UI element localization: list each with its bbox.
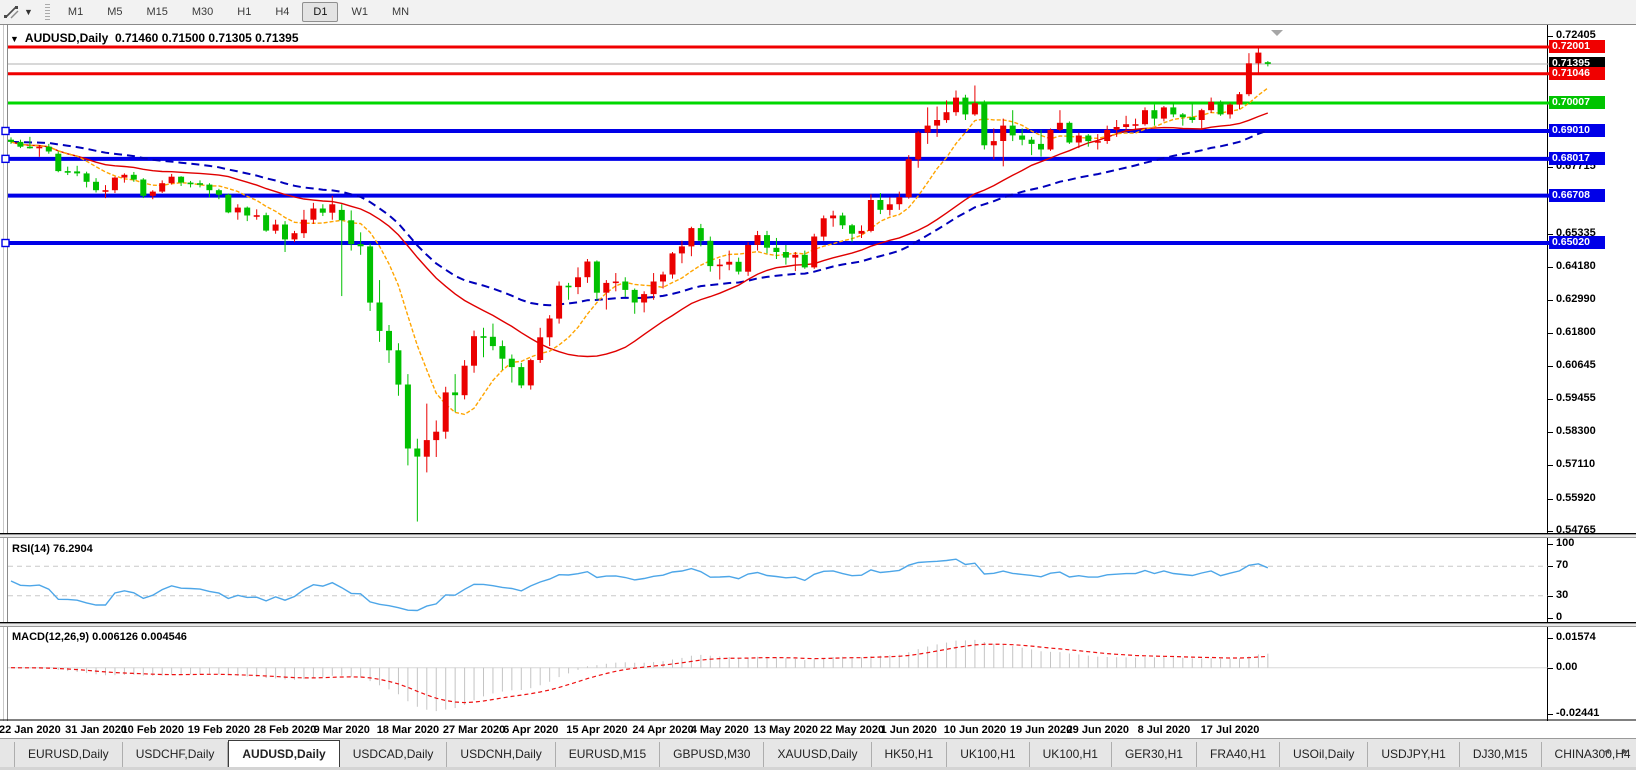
price-axis[interactable]: 0.724050.677150.653350.641800.629900.618… bbox=[1548, 25, 1636, 534]
chart-tab-usdcad-daily[interactable]: USDCAD,Daily bbox=[340, 742, 448, 767]
axis-tick-label: 0.62990 bbox=[1556, 293, 1596, 305]
axis-tick-mark bbox=[1548, 618, 1553, 619]
axis-tick-mark bbox=[1548, 531, 1553, 532]
chart-tab-uk100-h1[interactable]: UK100,H1 bbox=[1030, 742, 1112, 767]
chart-tabs: EURUSD,DailyUSDCHF,DailyAUDUSD,DailyUSDC… bbox=[14, 739, 1636, 767]
price-badge: 0.69010 bbox=[1549, 124, 1605, 137]
timeframe-button-m1[interactable]: M1 bbox=[57, 2, 94, 22]
rsi-axis[interactable]: 100 70 30 0 bbox=[1548, 538, 1636, 623]
timeframe-button-w1[interactable]: W1 bbox=[340, 2, 379, 22]
chart-tab-usdchf-daily[interactable]: USDCHF,Daily bbox=[123, 742, 229, 767]
axis-tick-mark bbox=[1548, 714, 1553, 715]
axis-tick-label: 0.00 bbox=[1556, 661, 1577, 673]
chart-tab-usdcnh-daily[interactable]: USDCNH,Daily bbox=[447, 742, 555, 767]
axis-tick-label: 0.64180 bbox=[1556, 260, 1596, 272]
timeframe-button-m15[interactable]: M15 bbox=[135, 2, 178, 22]
chart-tab-uk100-h1[interactable]: UK100,H1 bbox=[947, 742, 1029, 767]
price-badge: 0.70007 bbox=[1549, 96, 1605, 109]
price-chart-canvas[interactable] bbox=[0, 25, 1636, 534]
price-badge: 0.66708 bbox=[1549, 189, 1605, 202]
axis-tick-mark bbox=[1548, 638, 1553, 639]
axis-tick-label: 0.59455 bbox=[1556, 392, 1596, 404]
timeframe-toolbar: ▼ M1M5M15M30H1H4D1W1MN bbox=[0, 0, 1636, 25]
axis-tick-label: 0.54765 bbox=[1556, 524, 1596, 536]
axis-tick-label: 70 bbox=[1556, 559, 1568, 571]
axis-tick-mark bbox=[1548, 333, 1553, 334]
axis-tick-mark bbox=[1548, 167, 1553, 168]
macd-axis[interactable]: 0.01574 0.00 -0.02441 bbox=[1548, 627, 1636, 721]
axis-tick-label: 0.57110 bbox=[1556, 458, 1595, 470]
pane-splitter[interactable] bbox=[0, 623, 1636, 627]
rsi-pane-label: RSI(14) 76.2904 bbox=[12, 543, 93, 555]
toolbar-grip-handle[interactable] bbox=[45, 4, 50, 20]
chart-tab-gbpusd-m30[interactable]: GBPUSD,M30 bbox=[660, 742, 764, 767]
axis-tick-label: 0.61800 bbox=[1556, 326, 1596, 338]
ohlc-low: 0.71305 bbox=[208, 31, 251, 45]
date-axis[interactable]: 22 Jan 202031 Jan 202010 Feb 202019 Feb … bbox=[0, 721, 1636, 738]
chart-symbol-period: AUDUSD,Daily bbox=[25, 31, 108, 45]
axis-tick-label: 0.60645 bbox=[1556, 359, 1596, 371]
axis-tick-mark bbox=[1548, 432, 1553, 433]
axis-tick-mark bbox=[1548, 300, 1553, 301]
axis-tick-mark bbox=[1548, 465, 1553, 466]
macd-pane-label: MACD(12,26,9) 0.006126 0.004546 bbox=[12, 631, 187, 643]
axis-tick-mark bbox=[1548, 366, 1553, 367]
dropdown-caret-icon[interactable]: ▼ bbox=[24, 7, 33, 17]
axis-tick-mark bbox=[1548, 668, 1553, 669]
trendline-draw-tool-icon bbox=[3, 4, 21, 20]
axis-tick-mark bbox=[1548, 267, 1553, 268]
axis-tick-mark bbox=[1548, 596, 1553, 597]
timeframe-button-d1[interactable]: D1 bbox=[302, 2, 338, 22]
timeframe-button-h4[interactable]: H4 bbox=[264, 2, 300, 22]
pane-splitter[interactable] bbox=[0, 534, 1636, 538]
axis-tick-mark bbox=[1548, 566, 1553, 567]
trading-platform-window: ▼ M1M5M15M30H1H4D1W1MN ▼ AUDUSD,Daily 0.7… bbox=[0, 0, 1636, 770]
chart-tab-bar: EURUSD,DailyUSDCHF,DailyAUDUSD,DailyUSDC… bbox=[0, 738, 1636, 767]
axis-tick-mark bbox=[1548, 399, 1553, 400]
axis-tick-label: -0.02441 bbox=[1556, 707, 1599, 719]
axis-tick-mark bbox=[1548, 36, 1553, 37]
timeframe-button-m30[interactable]: M30 bbox=[181, 2, 224, 22]
chart-tab-hk50-h1[interactable]: HK50,H1 bbox=[872, 742, 948, 767]
macd-indicator-canvas[interactable] bbox=[0, 627, 1636, 721]
axis-tick-label: 0.72405 bbox=[1556, 29, 1596, 41]
price-badge: 0.65020 bbox=[1549, 236, 1605, 249]
timeframe-button-m5[interactable]: M5 bbox=[96, 2, 133, 22]
chart-tab-eurusd-daily[interactable]: EURUSD,Daily bbox=[14, 742, 123, 767]
price-badge: 0.71046 bbox=[1549, 67, 1605, 80]
tab-scroll-controls: ◄ ► bbox=[1602, 746, 1630, 756]
chart-tab-dj30-m15[interactable]: DJ30,M15 bbox=[1460, 742, 1542, 767]
axis-tick-label: 0.55920 bbox=[1556, 492, 1596, 504]
axis-tick-label: 0.58300 bbox=[1556, 425, 1596, 437]
price-badge: 0.72001 bbox=[1549, 40, 1605, 53]
date-axis-label: 17 Jul 2020 bbox=[1185, 724, 1275, 736]
tab-scroll-right-icon[interactable]: ► bbox=[1621, 746, 1630, 756]
timeframe-buttons: M1M5M15M30H1H4D1W1MN bbox=[56, 2, 421, 22]
chart-tab-fra40-h1[interactable]: FRA40,H1 bbox=[1197, 742, 1280, 767]
price-badge: 0.68017 bbox=[1549, 152, 1605, 165]
ohlc-close: 0.71395 bbox=[255, 31, 298, 45]
chart-tab-audusd-daily[interactable]: AUDUSD,Daily bbox=[228, 740, 339, 767]
timeframe-button-h1[interactable]: H1 bbox=[226, 2, 262, 22]
chart-tab-usdjpy-h1[interactable]: USDJPY,H1 bbox=[1368, 742, 1459, 767]
rsi-indicator-canvas[interactable] bbox=[0, 538, 1636, 623]
axis-tick-mark bbox=[1548, 234, 1553, 235]
chart-tab-ger30-h1[interactable]: GER30,H1 bbox=[1112, 742, 1197, 767]
tab-scroll-left-icon[interactable]: ◄ bbox=[1602, 746, 1611, 756]
draw-tool-button[interactable]: ▼ bbox=[0, 4, 37, 20]
axis-tick-label: 30 bbox=[1556, 589, 1568, 601]
chart-tab-usoil-daily[interactable]: USOil,Daily bbox=[1280, 742, 1368, 767]
chart-tab-eurusd-m15[interactable]: EURUSD,M15 bbox=[556, 742, 660, 767]
chart-ohlc-readout: ▼ AUDUSD,Daily 0.71460 0.71500 0.71305 0.… bbox=[10, 31, 299, 45]
chart-tab-xauusd-daily[interactable]: XAUUSD,Daily bbox=[764, 742, 871, 767]
ohlc-high: 0.71500 bbox=[162, 31, 205, 45]
axis-tick-label: 100 bbox=[1556, 537, 1574, 549]
ohlc-open: 0.71460 bbox=[115, 31, 158, 45]
axis-tick-mark bbox=[1548, 499, 1553, 500]
axis-tick-label: 0 bbox=[1556, 611, 1562, 623]
chart-title-caret-icon[interactable]: ▼ bbox=[10, 34, 19, 44]
axis-tick-mark bbox=[1548, 544, 1553, 545]
axis-tick-label: 0.01574 bbox=[1556, 631, 1596, 643]
timeframe-button-mn[interactable]: MN bbox=[381, 2, 420, 22]
